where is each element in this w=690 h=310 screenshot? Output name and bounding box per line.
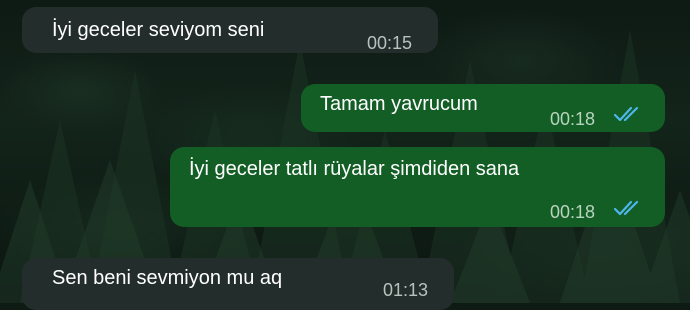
message-text: İyi geceler seviyom seni <box>52 19 265 41</box>
message-timestamp: 01:13 <box>383 280 429 300</box>
message-text: İyi geceler tatlı rüyalar şimdiden sana <box>189 158 520 180</box>
double-check-read-icon <box>613 106 639 122</box>
message-timestamp: 00:15 <box>367 33 413 53</box>
message-text: Sen beni sevmiyon mu aq <box>52 267 283 289</box>
message-bubble-outgoing[interactable]: İyi geceler tatlı rüyalar şimdiden sana … <box>170 147 665 227</box>
message-bubble-outgoing[interactable]: Tamam yavrucum 00:18 <box>301 84 665 132</box>
message-timestamp: 00:18 <box>550 202 596 222</box>
message-timestamp: 00:18 <box>550 109 596 129</box>
double-check-read-icon <box>613 200 639 216</box>
message-bubble-incoming[interactable]: Sen beni sevmiyon mu aq 01:13 <box>22 258 454 310</box>
message-text: Tamam yavrucum <box>320 93 478 115</box>
message-bubble-incoming[interactable]: İyi geceler seviyom seni 00:15 <box>22 7 438 53</box>
